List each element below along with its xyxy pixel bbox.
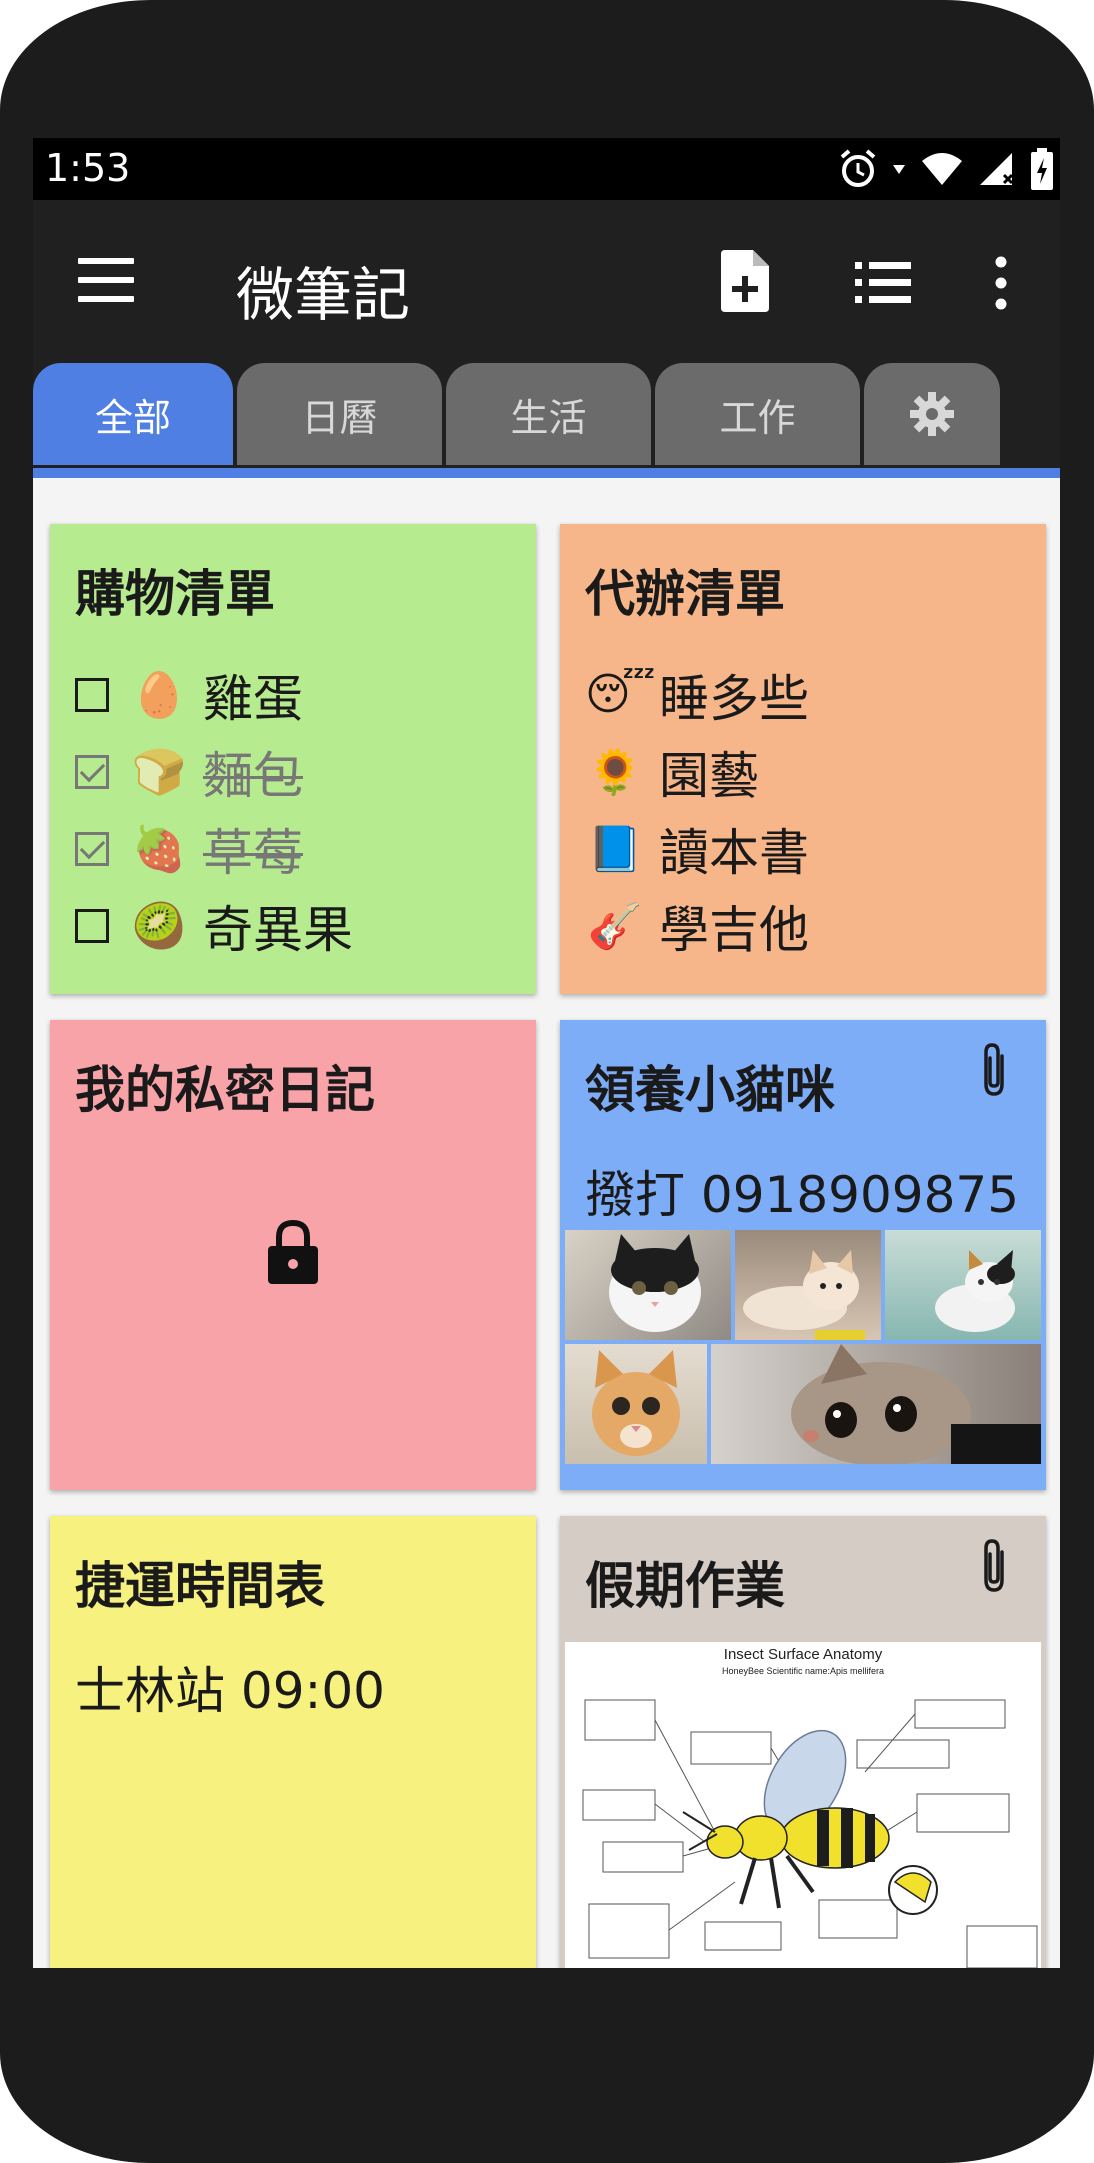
wifi-icon — [922, 153, 962, 185]
kitten-photo-graphic — [609, 1234, 701, 1332]
anatomy-diagram-image[interactable]: Insect Surface Anatomy HoneyBee Scientif… — [565, 1642, 1041, 1968]
checklist-item: 🍓 草莓 — [75, 810, 526, 887]
tab-calendar[interactable]: 日曆 — [237, 363, 442, 465]
tab-indicator — [33, 468, 1060, 478]
kiwi-emoji: 🥝 — [131, 900, 187, 952]
note-homework[interactable]: 假期作業 Insect Surface Anatomy HoneyBee Sci… — [560, 1516, 1046, 1968]
todo-item-text: 睡多些 — [659, 669, 809, 728]
checklist-item: 🍞 麵包 — [75, 733, 526, 810]
battery-icon — [1031, 148, 1053, 190]
status-time: 1:53 — [45, 146, 131, 190]
app-title: 微筆記 — [236, 261, 411, 329]
hamburger-menu-icon[interactable] — [78, 258, 134, 302]
checklist-item: 🥝 奇異果 — [75, 887, 526, 964]
gear-icon — [910, 392, 954, 436]
note-title: 購物清單 — [75, 565, 275, 623]
todo-item: 📘 讀本書 — [585, 810, 809, 887]
note-title: 領養小貓咪 — [585, 1061, 835, 1119]
schedule-text: 士林站 09:00 — [75, 1662, 385, 1720]
checklist-item-text: 奇異果 — [203, 900, 353, 959]
checkbox[interactable] — [75, 677, 109, 712]
kitten-photo[interactable] — [565, 1344, 707, 1464]
note-title: 捷運時間表 — [75, 1557, 325, 1615]
kitten-photo-graphic — [935, 1250, 1015, 1332]
todo-item-text: 園藝 — [659, 746, 759, 805]
checkbox[interactable] — [75, 908, 109, 943]
todo-item: 🌻 園藝 — [585, 733, 809, 810]
note-title: 代辦清單 — [585, 565, 785, 623]
tab-bar: 全部 日曆 生活 工作 — [33, 363, 1060, 468]
lock-icon — [268, 1220, 318, 1284]
kitten-photo-graphic — [791, 1344, 1041, 1464]
data-arrow-icon — [893, 165, 905, 174]
add-note-icon[interactable] — [721, 250, 769, 312]
phone-number-text: 撥打 0918909875 — [585, 1166, 1020, 1224]
kitten-photo-graphic — [592, 1350, 680, 1456]
checklist-item-text: 雞蛋 — [203, 669, 303, 728]
status-bar: 1:53 — [33, 138, 1060, 200]
todo-list: 😴 睡多些 🌻 園藝 📘 讀本書 🎸 學吉他 — [585, 656, 809, 964]
note-metro-schedule[interactable]: 捷運時間表 士林站 09:00 — [50, 1516, 536, 1968]
more-options-icon[interactable] — [989, 256, 1013, 310]
signal-icon — [980, 153, 1014, 185]
kitten-photo[interactable] — [565, 1230, 731, 1340]
checklist-item-text: 草莓 — [203, 823, 303, 882]
checkbox-checked[interactable] — [75, 754, 109, 789]
note-todo-list[interactable]: 代辦清單 😴 睡多些 🌻 園藝 📘 讀本書 🎸 學吉他 — [560, 524, 1046, 994]
phone-frame: 1:53 微筆記 全部 日曆 生活 工作 購物清單 🥚 雞蛋 🍞 麵包 🍓 草莓… — [0, 0, 1094, 2163]
tab-settings[interactable] — [864, 363, 1000, 465]
kitten-photo[interactable] — [735, 1230, 881, 1340]
list-view-icon[interactable] — [855, 260, 911, 306]
todo-item-text: 學吉他 — [659, 900, 809, 959]
egg-emoji: 🥚 — [131, 669, 187, 721]
tab-work[interactable]: 工作 — [655, 363, 860, 465]
bee-illustration — [582, 1699, 1038, 1968]
paperclip-icon — [984, 1043, 1004, 1096]
note-title: 我的私密日記 — [75, 1061, 375, 1119]
strawberry-emoji: 🍓 — [131, 823, 187, 875]
sunflower-emoji: 🌻 — [587, 746, 643, 798]
sleepy-emoji: 😴 — [585, 669, 656, 720]
kitten-photo[interactable] — [885, 1230, 1041, 1340]
kitten-photo-graphic — [743, 1250, 865, 1340]
note-shopping-list[interactable]: 購物清單 🥚 雞蛋 🍞 麵包 🍓 草莓 🥝 奇異果 — [50, 524, 536, 994]
note-private-diary[interactable]: 我的私密日記 — [50, 1020, 536, 1490]
guitar-emoji: 🎸 — [587, 900, 643, 952]
alarm-icon — [840, 149, 876, 187]
todo-item: 🎸 學吉他 — [585, 887, 809, 964]
screen: 1:53 微筆記 全部 日曆 生活 工作 購物清單 🥚 雞蛋 🍞 麵包 🍓 草莓… — [33, 138, 1060, 1968]
kitten-photo[interactable] — [711, 1344, 1041, 1464]
checklist-item-text: 麵包 — [203, 746, 303, 805]
status-icons — [838, 146, 1054, 192]
app-bar: 微筆記 — [33, 200, 1060, 363]
checklist-item: 🥚 雞蛋 — [75, 656, 526, 733]
todo-item: 😴 睡多些 — [585, 656, 809, 733]
tab-life[interactable]: 生活 — [446, 363, 651, 465]
todo-item-text: 讀本書 — [659, 823, 809, 882]
checklist: 🥚 雞蛋 🍞 麵包 🍓 草莓 🥝 奇異果 — [75, 656, 526, 964]
tab-all[interactable]: 全部 — [33, 363, 233, 465]
paperclip-icon — [984, 1539, 1004, 1592]
book-emoji: 📘 — [587, 823, 643, 875]
note-adopt-kitten[interactable]: 領養小貓咪 撥打 0918909875 — [560, 1020, 1046, 1490]
bread-emoji: 🍞 — [131, 746, 187, 798]
note-title: 假期作業 — [585, 1557, 785, 1615]
checkbox-checked[interactable] — [75, 831, 109, 866]
